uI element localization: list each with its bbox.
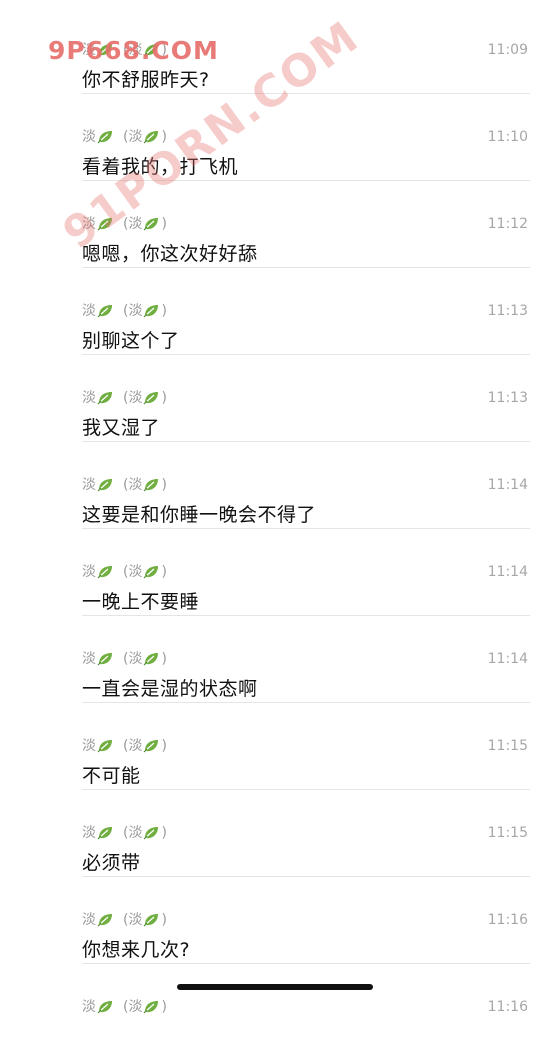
sender-label: 淡	[82, 738, 96, 754]
leaf-icon	[96, 477, 115, 493]
message-time: 11:14	[487, 564, 528, 580]
message-time: 11:15	[487, 825, 528, 841]
leaf-icon	[142, 564, 161, 580]
leaf-icon	[142, 738, 161, 754]
sender-nickname: (淡	[123, 564, 143, 580]
sender-name: 淡 (淡)	[82, 738, 167, 754]
row-divider	[82, 267, 530, 268]
message-row[interactable]: 淡 (淡) 11:15 必须带	[82, 789, 530, 876]
sender-name: 淡 (淡)	[82, 564, 167, 580]
message-row[interactable]: 淡 (淡) 11:14 一晚上不要睡	[82, 528, 530, 615]
row-divider	[82, 963, 530, 964]
message-time: 11:13	[487, 303, 528, 319]
sender-name: 淡 (淡)	[82, 303, 167, 319]
message-text: 你不舒服昨天?	[82, 69, 210, 91]
message-text: 你想来几次?	[82, 939, 191, 961]
sender-name: 淡 (淡)	[82, 999, 167, 1015]
message-text: 必须带	[82, 852, 141, 874]
message-text: 嗯嗯，你这次好好舔	[82, 243, 258, 265]
sender-name: 淡 (淡)	[82, 477, 167, 493]
message-time: 11:14	[487, 477, 528, 493]
sender-nickname: (淡	[123, 999, 143, 1015]
leaf-icon	[142, 651, 161, 667]
message-row[interactable]: 淡 (淡) 11:14 这要是和你睡一晚会不得了	[82, 441, 530, 528]
home-indicator[interactable]	[177, 984, 373, 990]
sender-name: 淡 (淡)	[82, 129, 167, 145]
leaf-icon	[96, 912, 115, 928]
sender-nickname: (淡	[123, 390, 143, 406]
row-divider	[82, 876, 530, 877]
sender-nickname: (淡	[123, 912, 143, 928]
sender-label: 淡	[82, 564, 96, 580]
leaf-icon	[142, 216, 161, 232]
message-row[interactable]: 淡 (淡) 11:16	[82, 963, 530, 1050]
message-time: 11:16	[487, 912, 528, 928]
leaf-icon	[96, 390, 115, 406]
message-row[interactable]: 淡 (淡) 11:16 你想来几次?	[82, 876, 530, 963]
message-row[interactable]: 淡 (淡) 11:13 别聊这个了	[82, 267, 530, 354]
message-text: 一晚上不要睡	[82, 591, 200, 613]
message-time: 11:13	[487, 390, 528, 406]
sender-label: 淡	[82, 477, 96, 493]
leaf-icon	[142, 477, 161, 493]
watermark-logo: 9P668.COM	[48, 36, 219, 65]
message-text: 我又湿了	[82, 417, 161, 439]
sender-label: 淡	[82, 390, 96, 406]
sender-label: 淡	[82, 825, 96, 841]
leaf-icon	[96, 564, 115, 580]
sender-nickname: (淡	[123, 651, 143, 667]
leaf-icon	[96, 999, 115, 1015]
sender-label: 淡	[82, 129, 96, 145]
row-divider	[82, 789, 530, 790]
message-row[interactable]: 淡 (淡) 11:15 不可能	[82, 702, 530, 789]
message-time: 11:10	[487, 129, 528, 145]
message-time: 11:16	[487, 999, 528, 1015]
row-divider	[82, 615, 530, 616]
row-divider	[82, 702, 530, 703]
sender-nickname: (淡	[123, 738, 143, 754]
message-row[interactable]: 淡 (淡) 11:13 我又湿了	[82, 354, 530, 441]
leaf-icon	[96, 738, 115, 754]
leaf-icon	[96, 303, 115, 319]
message-text: 别聊这个了	[82, 330, 180, 352]
message-row[interactable]: 淡 (淡) 11:14 一直会是湿的状态啊	[82, 615, 530, 702]
sender-name: 淡 (淡)	[82, 912, 167, 928]
message-text: 一直会是湿的状态啊	[82, 678, 258, 700]
message-time: 11:15	[487, 738, 528, 754]
sender-label: 淡	[82, 999, 96, 1015]
leaf-icon	[142, 912, 161, 928]
leaf-icon	[142, 390, 161, 406]
sender-nickname: (淡	[123, 477, 143, 493]
leaf-icon	[142, 303, 161, 319]
sender-name: 淡 (淡)	[82, 825, 167, 841]
row-divider	[82, 354, 530, 355]
sender-label: 淡	[82, 303, 96, 319]
message-text: 这要是和你睡一晚会不得了	[82, 504, 317, 526]
sender-name: 淡 (淡)	[82, 390, 167, 406]
sender-nickname: (淡	[123, 825, 143, 841]
sender-name: 淡 (淡)	[82, 651, 167, 667]
sender-nickname: (淡	[123, 303, 143, 319]
leaf-icon	[96, 651, 115, 667]
sender-label: 淡	[82, 912, 96, 928]
leaf-icon	[96, 825, 115, 841]
message-time: 11:12	[487, 216, 528, 232]
sender-label: 淡	[82, 651, 96, 667]
row-divider	[82, 441, 530, 442]
message-time: 11:09	[487, 42, 528, 58]
message-time: 11:14	[487, 651, 528, 667]
message-text: 不可能	[82, 765, 141, 787]
leaf-icon	[142, 825, 161, 841]
leaf-icon	[142, 999, 161, 1015]
leaf-icon	[96, 129, 115, 145]
sender-nickname: (淡	[123, 129, 143, 145]
row-divider	[82, 528, 530, 529]
